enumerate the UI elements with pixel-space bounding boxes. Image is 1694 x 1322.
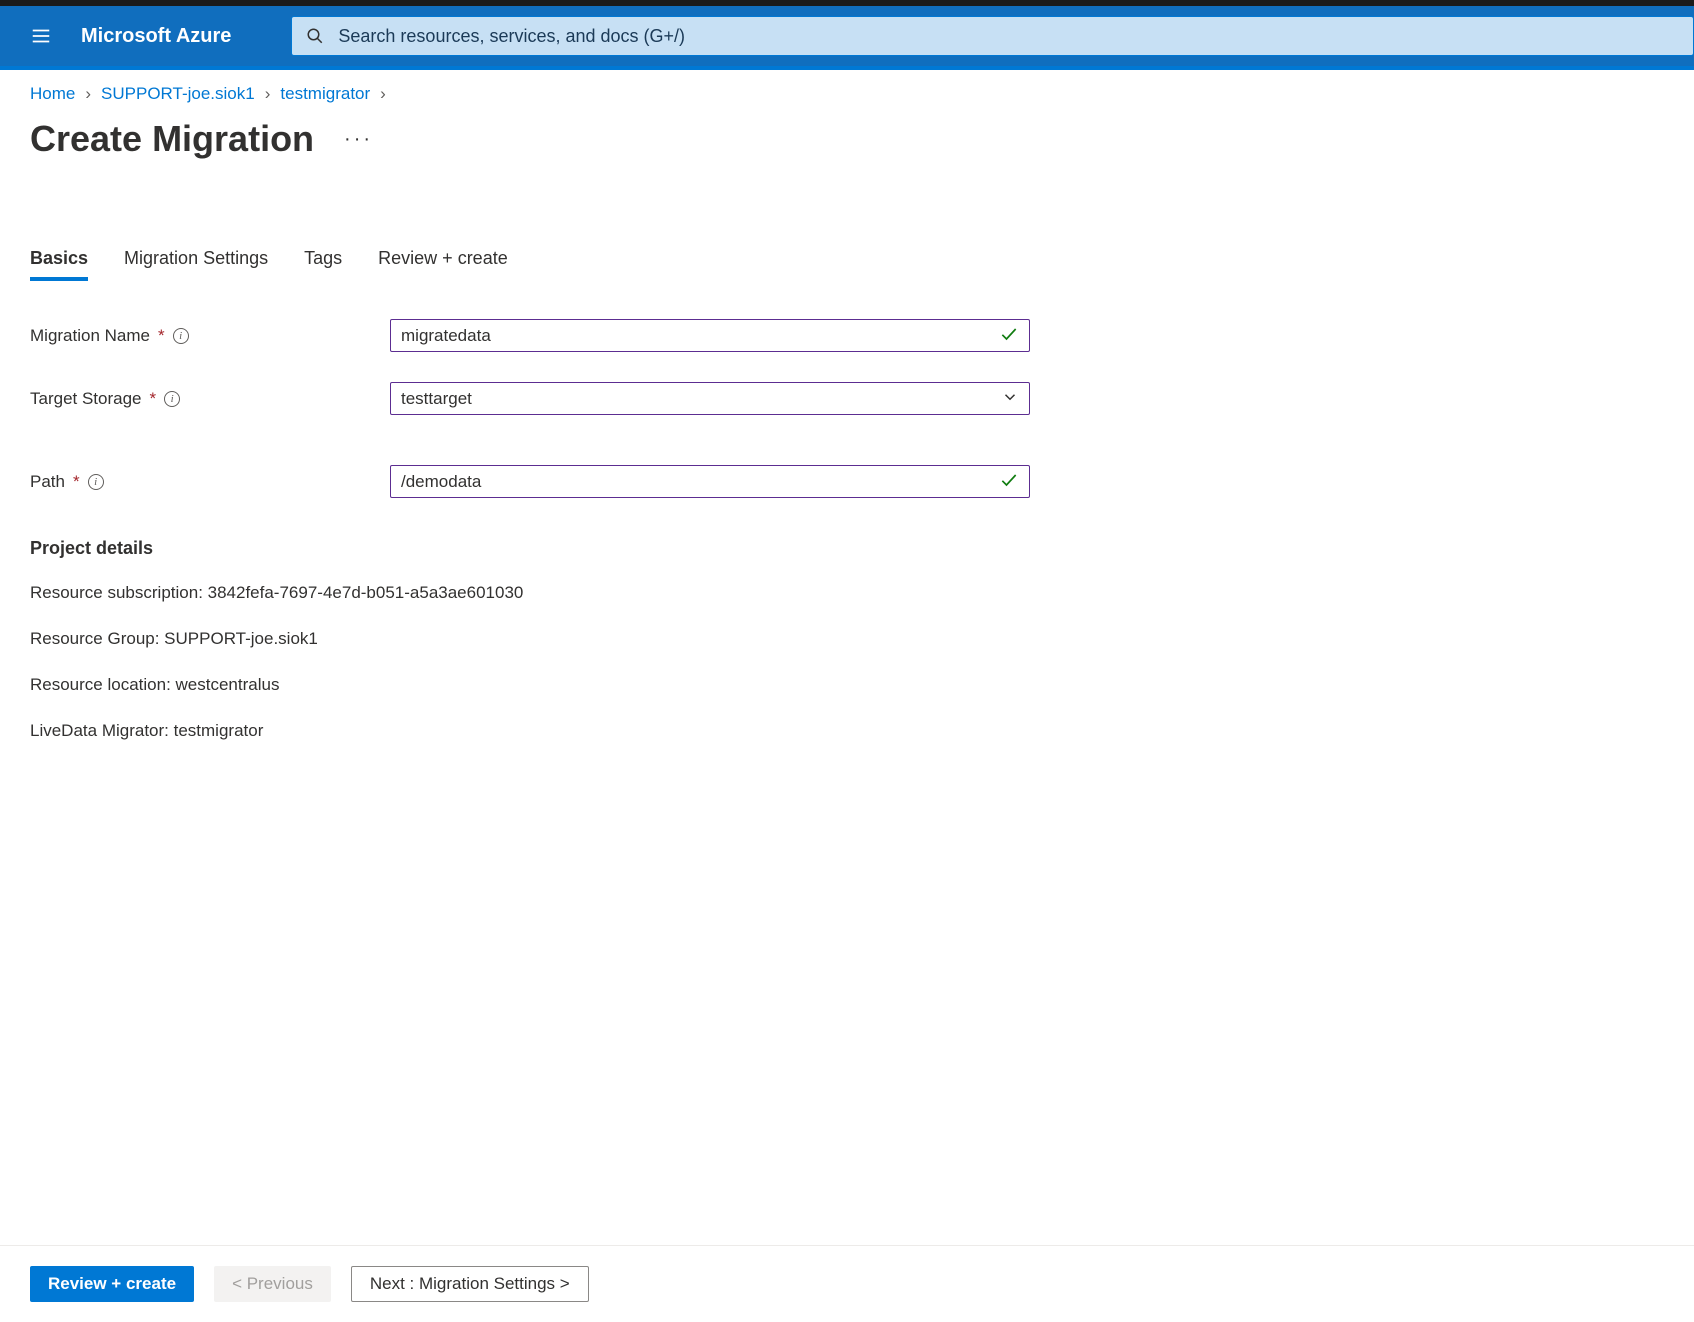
brand-label[interactable]: Microsoft Azure [81, 25, 231, 48]
form: Migration Name * i Target Storage * i [30, 319, 1694, 741]
page-title: Create Migration [30, 118, 314, 160]
required-star: * [158, 326, 165, 346]
search-box[interactable] [291, 16, 1694, 56]
search-input[interactable] [338, 26, 1679, 47]
chevron-down-icon [1001, 388, 1019, 409]
breadcrumb-home[interactable]: Home [30, 84, 75, 104]
review-create-button[interactable]: Review + create [30, 1266, 194, 1302]
target-storage-dropdown[interactable] [390, 382, 1030, 415]
next-button[interactable]: Next : Migration Settings > [351, 1266, 589, 1302]
footer-bar: Review + create < Previous Next : Migrat… [0, 1245, 1694, 1322]
breadcrumb-resource[interactable]: testmigrator [280, 84, 370, 104]
detail-location: Resource location: westcentralus [30, 675, 1694, 695]
target-storage-label: Target Storage * i [30, 389, 390, 409]
path-field[interactable] [390, 465, 1030, 498]
migration-name-label: Migration Name * i [30, 326, 390, 346]
tab-migration-settings[interactable]: Migration Settings [124, 248, 268, 281]
label-text: Target Storage [30, 389, 142, 409]
detail-subscription: Resource subscription: 3842fefa-7697-4e7… [30, 583, 1694, 603]
required-star: * [73, 472, 80, 492]
migration-name-input[interactable] [401, 326, 999, 346]
chevron-right-icon: › [380, 84, 386, 104]
validation-check-icon [999, 324, 1019, 347]
top-bar: Microsoft Azure [0, 6, 1694, 66]
target-storage-value[interactable] [401, 389, 1001, 409]
breadcrumb-support[interactable]: SUPPORT-joe.siok1 [101, 84, 255, 104]
more-actions-button[interactable]: ··· [338, 128, 379, 151]
info-icon[interactable]: i [164, 391, 180, 407]
info-icon[interactable]: i [173, 328, 189, 344]
breadcrumb: Home › SUPPORT-joe.siok1 › testmigrator … [30, 84, 1694, 104]
hamburger-icon [30, 25, 52, 47]
detail-resource-group: Resource Group: SUPPORT-joe.siok1 [30, 629, 1694, 649]
tab-review-create[interactable]: Review + create [378, 248, 508, 281]
previous-button: < Previous [214, 1266, 331, 1302]
menu-button[interactable] [0, 6, 81, 66]
tab-tags[interactable]: Tags [304, 248, 342, 281]
detail-migrator: LiveData Migrator: testmigrator [30, 721, 1694, 741]
label-text: Path [30, 472, 65, 492]
chevron-right-icon: › [85, 84, 91, 104]
validation-check-icon [999, 470, 1019, 493]
info-icon[interactable]: i [88, 474, 104, 490]
label-text: Migration Name [30, 326, 150, 346]
project-details-heading: Project details [30, 538, 1694, 559]
search-icon [306, 27, 324, 45]
tab-basics[interactable]: Basics [30, 248, 88, 281]
migration-name-field[interactable] [390, 319, 1030, 352]
tab-bar: Basics Migration Settings Tags Review + … [30, 248, 1694, 281]
path-input[interactable] [401, 472, 999, 492]
required-star: * [150, 389, 157, 409]
path-label: Path * i [30, 472, 390, 492]
chevron-right-icon: › [265, 84, 271, 104]
